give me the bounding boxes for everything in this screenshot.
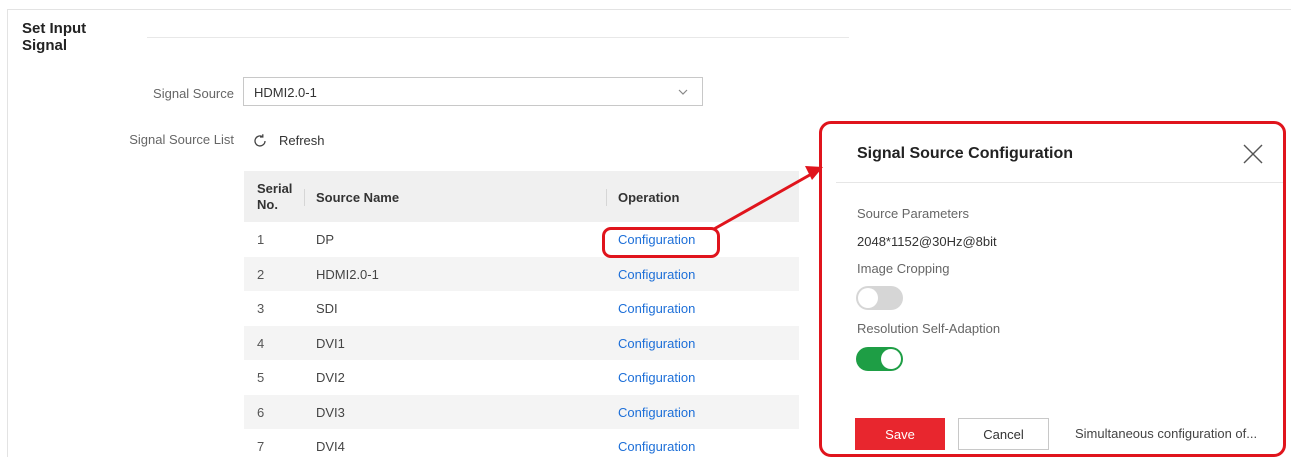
highlight-box-configuration-link [602, 227, 720, 258]
chevron-down-icon [678, 89, 688, 95]
refresh-icon [254, 134, 266, 147]
signal-source-select[interactable]: HDMI2.0-1 [243, 77, 703, 106]
signal-source-table: Serial No. Source Name Operation 1 DP Co… [244, 171, 799, 457]
title-divider [147, 37, 849, 38]
configuration-link[interactable]: Configuration [618, 267, 695, 282]
row-serial-no: 4 [257, 335, 265, 351]
configuration-link[interactable]: Configuration [618, 301, 695, 316]
header-divider [606, 189, 607, 206]
row-source-name: DP [316, 232, 335, 247]
table-row: 3 SDI Configuration [244, 291, 799, 326]
row-source-name: DVI3 [316, 404, 345, 420]
table-row: 2 HDMI2.0-1 Configuration [244, 256, 799, 291]
header-operation: Operation [618, 190, 680, 205]
header-serial-no: Serial No. [257, 181, 293, 212]
configuration-link[interactable]: Configuration [618, 370, 695, 385]
configuration-link[interactable]: Configuration [618, 336, 695, 351]
row-serial-no: 6 [257, 404, 265, 420]
signal-source-label: Signal Source [153, 86, 234, 101]
table-row: 4 DVI1 Configuration [244, 325, 799, 360]
configuration-link[interactable]: Configuration [618, 405, 695, 420]
table-row: 6 DVI3 Configuration [244, 394, 799, 429]
signal-source-value: HDMI2.0-1 [254, 85, 317, 100]
row-source-name: DVI4 [316, 439, 345, 454]
row-source-name: DVI2 [316, 370, 345, 385]
page-title: Set Input Signal [22, 20, 87, 54]
row-serial-no: 5 [257, 370, 265, 385]
frame-border-top [7, 9, 1291, 10]
row-source-name: HDMI2.0-1 [316, 266, 379, 282]
row-serial-no: 3 [257, 301, 265, 316]
highlight-box-dialog [819, 121, 1286, 457]
table-row: 5 DVI2 Configuration [244, 360, 799, 395]
header-divider [304, 189, 305, 206]
header-source-name: Source Name [316, 190, 400, 205]
table-row: 7 DVI4 Configuration [244, 429, 799, 457]
frame-border-left [7, 9, 8, 457]
table-header: Serial No. Source Name Operation [244, 171, 799, 222]
signal-source-list-label: Signal Source List [129, 132, 234, 147]
row-source-name: DVI1 [316, 335, 345, 351]
refresh-label: Refresh [279, 133, 325, 148]
row-serial-no: 1 [257, 232, 265, 247]
configuration-link[interactable]: Configuration [618, 439, 695, 454]
row-serial-no: 7 [257, 439, 265, 454]
row-serial-no: 2 [257, 266, 265, 282]
row-source-name: SDI [316, 301, 338, 316]
